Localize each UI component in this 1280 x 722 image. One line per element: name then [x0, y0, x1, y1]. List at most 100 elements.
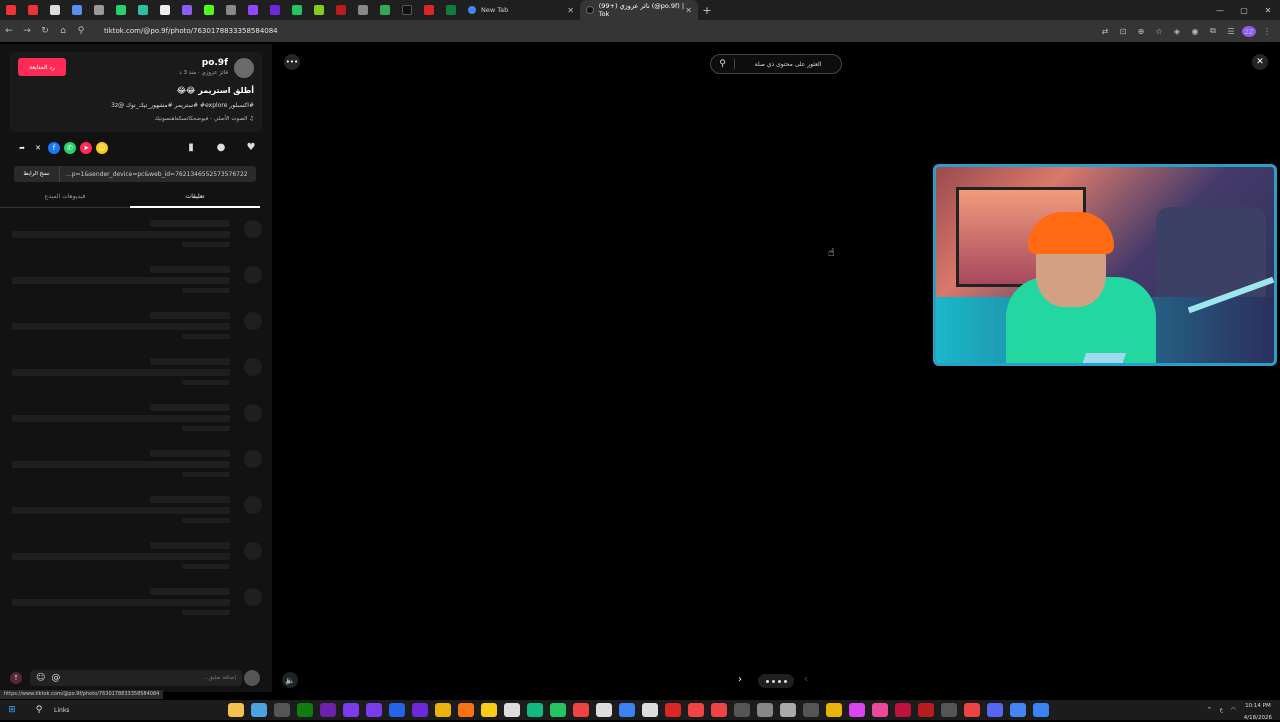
- bookmark-icon[interactable]: ▮: [184, 142, 198, 153]
- share-icon[interactable]: ➦: [16, 142, 28, 154]
- tab-comments[interactable]: تعليقات: [130, 188, 260, 208]
- page-dot[interactable]: [765, 679, 769, 683]
- tab-new-tab[interactable]: New Tab ✕: [462, 0, 580, 20]
- pinned-tab-app-3[interactable]: [176, 0, 198, 20]
- app-icon[interactable]: [688, 703, 704, 717]
- close-icon[interactable]: ✕: [567, 6, 574, 15]
- pinned-tab-app-6[interactable]: [286, 0, 308, 20]
- copy-link-button[interactable]: نسخ الرابط: [14, 166, 60, 182]
- pinned-tab-tiktok[interactable]: [396, 0, 418, 20]
- app-icon[interactable]: [458, 703, 474, 717]
- app-icon[interactable]: [780, 703, 796, 717]
- reading-list-icon[interactable]: ☰: [1224, 27, 1238, 36]
- pinned-tab-docs[interactable]: [66, 0, 88, 20]
- related-search-text[interactable]: العثور على محتوى ذي صلة: [735, 61, 841, 68]
- app-icon[interactable]: [665, 703, 681, 717]
- tab-creator-videos[interactable]: فيديوهات المبدع: [0, 188, 130, 208]
- app-icon[interactable]: [573, 703, 589, 717]
- app-icon[interactable]: [849, 703, 865, 717]
- xbox-icon[interactable]: [297, 703, 313, 717]
- pinned-tab-app-9[interactable]: [352, 0, 374, 20]
- app-icon[interactable]: [274, 703, 290, 717]
- author-username[interactable]: po.9f: [202, 58, 228, 68]
- page-dot[interactable]: [777, 679, 781, 683]
- pinned-tab-whatsapp[interactable]: [110, 0, 132, 20]
- app-icon[interactable]: [481, 703, 497, 717]
- pinned-tab-app-5[interactable]: [264, 0, 286, 20]
- pinned-tab-kick[interactable]: [198, 0, 220, 20]
- close-window-button[interactable]: ✕: [1256, 6, 1280, 15]
- app-icon[interactable]: [619, 703, 635, 717]
- home-icon[interactable]: ⌂: [54, 26, 72, 36]
- pinned-tab-app-7[interactable]: [308, 0, 330, 20]
- app-icon[interactable]: [596, 703, 612, 717]
- tab-tiktok[interactable]: (99+) نائر عزوزي (@po.9f) | Tok ✕: [580, 0, 698, 20]
- comment-icon[interactable]: ●: [214, 142, 228, 153]
- extension-icon[interactable]: ◈: [1170, 27, 1184, 36]
- app-icon[interactable]: [941, 703, 957, 717]
- pinned-tab-excel[interactable]: [440, 0, 462, 20]
- url-field[interactable]: tiktok.com/@po.9f/photo/7630178833358584…: [104, 27, 278, 35]
- comment-input[interactable]: ☺ @ إضافة تعليق...: [30, 670, 242, 686]
- post-sound[interactable]: ♫ الصوت الأصلي - فيوضحكاتسكعاهنسوتيك: [154, 116, 254, 122]
- page-dot[interactable]: [783, 679, 787, 683]
- app-icon[interactable]: [757, 703, 773, 717]
- volume-button[interactable]: 🔈: [282, 672, 298, 688]
- app-icon[interactable]: [803, 703, 819, 717]
- language-indicator[interactable]: ع: [1220, 707, 1223, 713]
- app-icon[interactable]: [343, 703, 359, 717]
- tray-chevron-icon[interactable]: ^: [1207, 707, 1212, 713]
- whatsapp-icon[interactable]: ✆: [64, 142, 76, 154]
- chrome-taskbar-icon[interactable]: [1010, 703, 1026, 717]
- app-icon[interactable]: [389, 703, 405, 717]
- telegram-icon[interactable]: ➤: [80, 142, 92, 154]
- emoji-icon[interactable]: ☺: [36, 673, 45, 683]
- related-search[interactable]: ⚲ العثور على محتوى ذي صلة: [710, 54, 842, 74]
- reload-icon[interactable]: ↻: [36, 26, 54, 36]
- share-link-text[interactable]: ...p=1&sender_device=pc&web_id=762134655…: [60, 171, 248, 178]
- search-icon[interactable]: ⚲: [32, 705, 46, 715]
- app-icon[interactable]: [550, 703, 566, 717]
- pinned-tab-app-4[interactable]: [220, 0, 242, 20]
- bookmark-star-icon[interactable]: ☆: [1152, 27, 1166, 36]
- search-icon[interactable]: ⚲: [711, 59, 735, 69]
- heart-icon[interactable]: ♥: [244, 142, 258, 153]
- app-icon[interactable]: [251, 703, 267, 717]
- forward-icon[interactable]: →: [18, 26, 36, 36]
- app-icon[interactable]: [642, 703, 658, 717]
- close-viewer-button[interactable]: ✕: [1252, 54, 1268, 70]
- minimize-button[interactable]: —: [1208, 6, 1232, 15]
- app-icon[interactable]: [504, 703, 520, 717]
- new-tab-button[interactable]: +: [698, 4, 716, 17]
- clock[interactable]: 10:14 PM 4/18/2026: [1244, 698, 1272, 722]
- file-explorer-icon[interactable]: [228, 703, 244, 717]
- discord-icon[interactable]: [987, 703, 1003, 717]
- post-hashtags[interactable]: #اكسبلور explore# #ستريمر #مشهور_تيك_توك…: [111, 102, 254, 109]
- profile-avatar[interactable]: zz: [1242, 25, 1256, 37]
- app-icon[interactable]: [366, 703, 382, 717]
- pinned-tab-app-10[interactable]: [418, 0, 440, 20]
- next-photo-icon[interactable]: ›: [738, 674, 742, 685]
- pinned-tab-app-2[interactable]: [154, 0, 176, 20]
- app-icon[interactable]: [734, 703, 750, 717]
- app-icon[interactable]: [1033, 703, 1049, 717]
- app-icon[interactable]: [895, 703, 911, 717]
- follow-back-button[interactable]: رد المتابعة: [18, 58, 66, 76]
- photo-pagination[interactable]: [758, 674, 794, 688]
- extensions-puzzle-icon[interactable]: ⧉: [1206, 26, 1220, 36]
- x-icon[interactable]: ✕: [32, 142, 44, 154]
- app-icon[interactable]: [320, 703, 336, 717]
- pinned-tab-youtube[interactable]: [0, 0, 22, 20]
- mention-icon[interactable]: @: [51, 673, 60, 683]
- links-toolbar[interactable]: Links: [54, 707, 69, 714]
- tiktok-taskbar-icon[interactable]: [872, 703, 888, 717]
- pinned-tab-twitch[interactable]: [242, 0, 264, 20]
- app-icon[interactable]: [435, 703, 451, 717]
- app-icon[interactable]: [964, 703, 980, 717]
- app-icon[interactable]: [711, 703, 727, 717]
- author-avatar[interactable]: [234, 58, 254, 78]
- wifi-icon[interactable]: ◠: [1231, 707, 1236, 713]
- pinned-tab-youtube-2[interactable]: [22, 0, 44, 20]
- maximize-button[interactable]: ▢: [1232, 6, 1256, 15]
- user-avatar[interactable]: [244, 670, 260, 686]
